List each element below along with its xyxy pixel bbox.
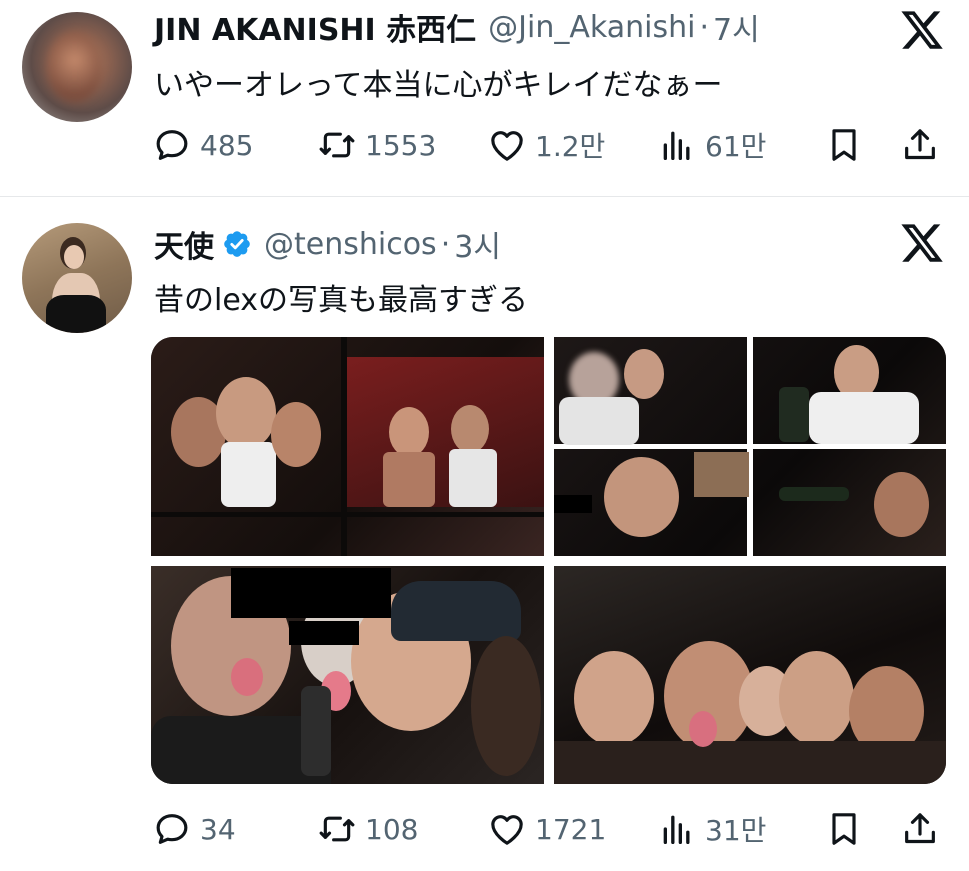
photo-4[interactable] bbox=[554, 566, 946, 784]
retweet-button[interactable]: 108 bbox=[317, 806, 418, 852]
portrait-dress bbox=[46, 295, 106, 333]
x-logo-icon bbox=[901, 224, 943, 262]
share-icon bbox=[905, 813, 935, 844]
reply-count: 34 bbox=[200, 812, 236, 846]
tweet-header: 天使 @tenshicos · 3시 bbox=[154, 222, 501, 266]
author-name[interactable]: 天使 bbox=[154, 222, 214, 266]
like-button[interactable]: 1.2만 bbox=[487, 122, 605, 168]
like-count: 1.2만 bbox=[535, 130, 606, 163]
action-bar: 34 108 1721 31만 bbox=[152, 806, 947, 852]
tweet-header: JIN AKANISHI 赤西仁 @Jin_Akanishi · 7시 bbox=[154, 5, 760, 49]
bookmark-button[interactable] bbox=[824, 122, 872, 168]
verified-badge-icon bbox=[224, 231, 250, 257]
separator: · bbox=[699, 9, 709, 45]
tweet-text: 昔のlexの写真も最高すぎる bbox=[154, 283, 529, 318]
bookmark-icon bbox=[832, 129, 856, 161]
avatar[interactable] bbox=[22, 12, 132, 122]
timestamp[interactable]: 3시 bbox=[454, 222, 501, 266]
photo-collage-2[interactable] bbox=[554, 337, 946, 556]
reply-icon bbox=[156, 814, 188, 844]
bookmark-icon bbox=[832, 813, 856, 845]
views-button[interactable]: 31만 bbox=[657, 806, 766, 852]
avatar[interactable] bbox=[22, 223, 132, 333]
tweet-card[interactable]: 天使 @tenshicos · 3시 昔のlexの写真も最高すぎる 34 108… bbox=[0, 198, 969, 871]
retweet-button[interactable]: 1553 bbox=[317, 122, 436, 168]
reply-count: 485 bbox=[200, 128, 254, 162]
bookmark-button[interactable] bbox=[824, 806, 872, 852]
retweet-count: 1553 bbox=[365, 128, 437, 162]
retweet-count: 108 bbox=[365, 812, 419, 846]
views-icon bbox=[663, 131, 690, 160]
views-count: 31만 bbox=[705, 814, 767, 847]
views-icon bbox=[663, 815, 690, 844]
share-button[interactable] bbox=[900, 122, 948, 168]
like-button[interactable]: 1721 bbox=[487, 806, 606, 852]
author-handle[interactable]: @tenshicos bbox=[264, 227, 437, 262]
timestamp[interactable]: 7시 bbox=[713, 5, 760, 49]
portrait-face bbox=[64, 245, 84, 269]
retweet-icon bbox=[319, 132, 355, 158]
views-button[interactable]: 61만 bbox=[657, 122, 766, 168]
views-count: 61만 bbox=[705, 130, 767, 163]
tweet-card[interactable]: JIN AKANISHI 赤西仁 @Jin_Akanishi · 7시 いやーオ… bbox=[0, 0, 969, 197]
x-logo-icon bbox=[901, 11, 943, 49]
author-name[interactable]: JIN AKANISHI 赤西仁 bbox=[154, 5, 476, 49]
separator: · bbox=[440, 226, 451, 262]
share-icon bbox=[905, 129, 935, 160]
reply-button[interactable]: 485 bbox=[152, 122, 253, 168]
reply-icon bbox=[156, 130, 188, 160]
photo-collage-1[interactable] bbox=[151, 337, 544, 556]
media-grid[interactable] bbox=[151, 337, 946, 784]
photo-3[interactable] bbox=[151, 566, 544, 784]
share-button[interactable] bbox=[900, 806, 948, 852]
retweet-icon bbox=[319, 816, 355, 842]
like-count: 1721 bbox=[535, 812, 607, 846]
heart-icon bbox=[491, 131, 523, 161]
author-handle[interactable]: @Jin_Akanishi bbox=[488, 10, 695, 45]
tweet-text: いやーオレって本当に心がキレイだなぁー bbox=[154, 68, 723, 103]
heart-icon bbox=[491, 815, 523, 845]
action-bar: 485 1553 1.2만 61만 bbox=[152, 122, 947, 168]
reply-button[interactable]: 34 bbox=[152, 806, 236, 852]
